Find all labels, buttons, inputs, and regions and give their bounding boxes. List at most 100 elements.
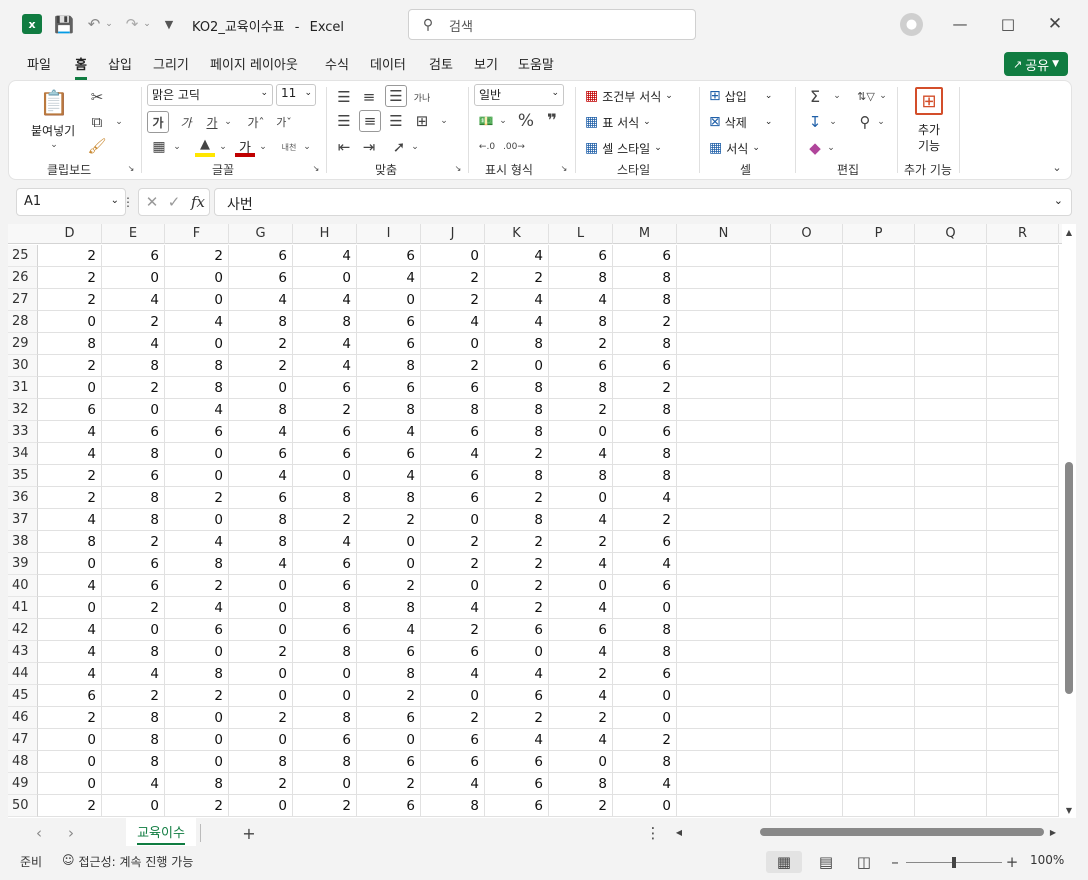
cell-P37[interactable]: [843, 509, 915, 531]
row-header[interactable]: 50: [8, 795, 38, 817]
cell-Q45[interactable]: [915, 685, 987, 707]
cell-Q34[interactable]: [915, 443, 987, 465]
cell-G39[interactable]: 4: [229, 553, 293, 575]
cell-I40[interactable]: 2: [357, 575, 421, 597]
cell-I29[interactable]: 6: [357, 333, 421, 355]
cell-E38[interactable]: 2: [102, 531, 165, 553]
cell-K34[interactable]: 2: [485, 443, 549, 465]
cell-G41[interactable]: 0: [229, 597, 293, 619]
cell-R25[interactable]: [987, 245, 1059, 267]
cell-M38[interactable]: 6: [613, 531, 677, 553]
scroll-up-icon[interactable]: ▲: [1064, 226, 1074, 238]
column-header-L[interactable]: L: [549, 224, 613, 244]
cell-Q31[interactable]: [915, 377, 987, 399]
cell-Q38[interactable]: [915, 531, 987, 553]
cell-D36[interactable]: 2: [38, 487, 102, 509]
tab-data[interactable]: 데이터: [370, 54, 406, 73]
row-header[interactable]: 48: [8, 751, 38, 773]
cell-Q33[interactable]: [915, 421, 987, 443]
cell-R39[interactable]: [987, 553, 1059, 575]
fill-icon[interactable]: ↧: [805, 112, 825, 132]
cell-P33[interactable]: [843, 421, 915, 443]
cell-I50[interactable]: 6: [357, 795, 421, 817]
cell-G46[interactable]: 2: [229, 707, 293, 729]
cell-P26[interactable]: [843, 267, 915, 289]
cell-Q48[interactable]: [915, 751, 987, 773]
cell-J49[interactable]: 4: [421, 773, 485, 795]
cell-M33[interactable]: 6: [613, 421, 677, 443]
cell-L46[interactable]: 2: [549, 707, 613, 729]
cell-O34[interactable]: [771, 443, 843, 465]
cell-J43[interactable]: 6: [421, 641, 485, 663]
format-as-table-button[interactable]: ▦ 표 서식 ⌄: [585, 112, 651, 132]
cell-M26[interactable]: 8: [613, 267, 677, 289]
cancel-icon[interactable]: ✕: [143, 193, 161, 211]
cell-R34[interactable]: [987, 443, 1059, 465]
cut-icon[interactable]: ✂: [87, 87, 107, 107]
cell-L29[interactable]: 2: [549, 333, 613, 355]
cell-H33[interactable]: 6: [293, 421, 357, 443]
cell-M27[interactable]: 8: [613, 289, 677, 311]
cell-G49[interactable]: 2: [229, 773, 293, 795]
paste-icon[interactable]: 📋: [39, 87, 69, 119]
cell-N49[interactable]: [677, 773, 771, 795]
cell-P39[interactable]: [843, 553, 915, 575]
cell-E44[interactable]: 4: [102, 663, 165, 685]
addins-label-line2[interactable]: 기능: [918, 137, 940, 154]
accounting-dropdown-icon[interactable]: ⌄: [497, 113, 509, 129]
cell-P43[interactable]: [843, 641, 915, 663]
font-size-select[interactable]: 11 ⌄: [276, 84, 316, 106]
cell-I31[interactable]: 6: [357, 377, 421, 399]
cell-K46[interactable]: 2: [485, 707, 549, 729]
cell-K38[interactable]: 2: [485, 531, 549, 553]
zoom-level[interactable]: 100%: [1030, 853, 1064, 867]
bold-icon[interactable]: 가: [147, 111, 169, 133]
cell-R32[interactable]: [987, 399, 1059, 421]
cell-O32[interactable]: [771, 399, 843, 421]
cell-P42[interactable]: [843, 619, 915, 641]
cell-M37[interactable]: 2: [613, 509, 677, 531]
cell-F40[interactable]: 2: [165, 575, 229, 597]
cell-D46[interactable]: 2: [38, 707, 102, 729]
row-header[interactable]: 27: [8, 289, 38, 311]
collapse-ribbon-icon[interactable]: ⌄: [1049, 159, 1065, 175]
cell-M39[interactable]: 4: [613, 553, 677, 575]
row-header[interactable]: 49: [8, 773, 38, 795]
minimize-icon[interactable]: —: [950, 12, 970, 36]
cell-I45[interactable]: 2: [357, 685, 421, 707]
font-name-select[interactable]: 맑은 고딕 ⌄: [147, 84, 273, 106]
cell-G33[interactable]: 4: [229, 421, 293, 443]
cell-J31[interactable]: 6: [421, 377, 485, 399]
cell-Q44[interactable]: [915, 663, 987, 685]
column-header-Q[interactable]: Q: [915, 224, 987, 244]
scroll-right-icon[interactable]: ▶: [1048, 825, 1058, 839]
alignment-launcher-icon[interactable]: ↘: [453, 163, 463, 173]
cell-P35[interactable]: [843, 465, 915, 487]
cell-P46[interactable]: [843, 707, 915, 729]
column-header-O[interactable]: O: [771, 224, 843, 244]
cell-N27[interactable]: [677, 289, 771, 311]
cell-I38[interactable]: 0: [357, 531, 421, 553]
cell-R29[interactable]: [987, 333, 1059, 355]
cell-H41[interactable]: 8: [293, 597, 357, 619]
cell-O46[interactable]: [771, 707, 843, 729]
cell-O43[interactable]: [771, 641, 843, 663]
autosum-dropdown-icon[interactable]: ⌄: [831, 88, 843, 104]
cell-F33[interactable]: 6: [165, 421, 229, 443]
cell-M32[interactable]: 8: [613, 399, 677, 421]
cell-D28[interactable]: 0: [38, 311, 102, 333]
font-launcher-icon[interactable]: ↘: [311, 163, 321, 173]
cell-E41[interactable]: 2: [102, 597, 165, 619]
close-icon[interactable]: ✕: [1045, 12, 1065, 36]
zoom-slider-thumb[interactable]: [952, 857, 956, 868]
cell-Q36[interactable]: [915, 487, 987, 509]
cell-J50[interactable]: 8: [421, 795, 485, 817]
save-icon[interactable]: 💾: [54, 14, 74, 34]
cell-E37[interactable]: 8: [102, 509, 165, 531]
cell-E50[interactable]: 0: [102, 795, 165, 817]
cell-M31[interactable]: 2: [613, 377, 677, 399]
cell-G38[interactable]: 8: [229, 531, 293, 553]
cell-P25[interactable]: [843, 245, 915, 267]
row-header[interactable]: 42: [8, 619, 38, 641]
align-top-icon[interactable]: ☰: [334, 87, 354, 107]
